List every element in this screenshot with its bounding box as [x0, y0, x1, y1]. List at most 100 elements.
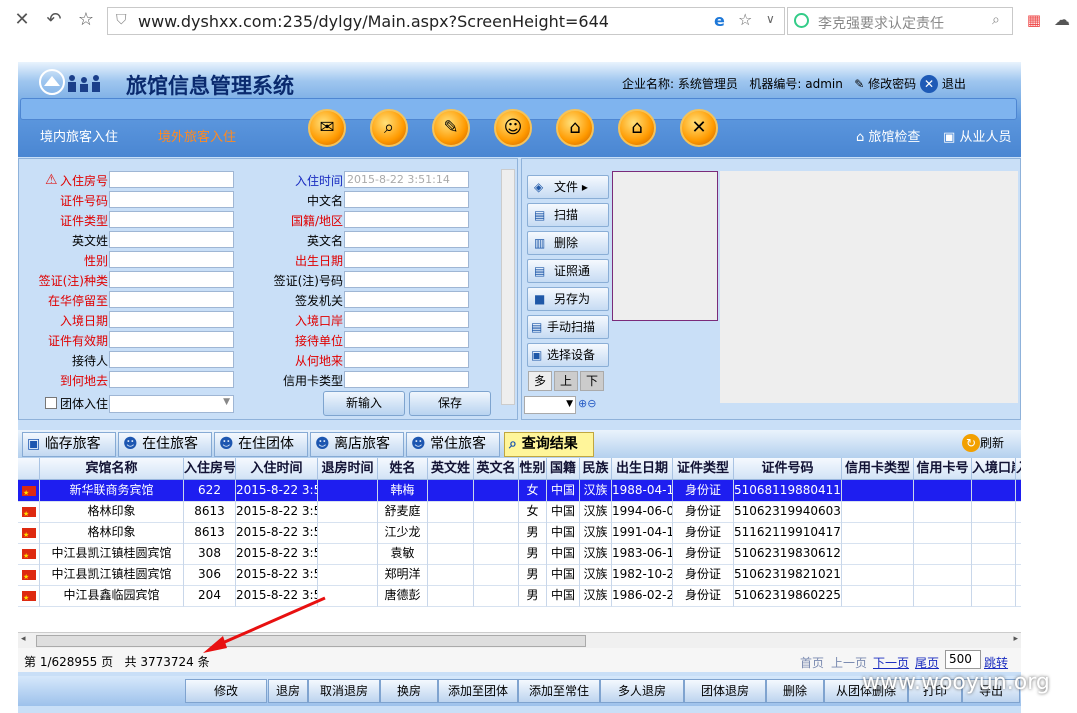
- id-pass-button[interactable]: ▤ 证照通: [527, 259, 609, 283]
- down-button[interactable]: 下: [580, 371, 604, 391]
- column-header[interactable]: 英文姓: [428, 458, 474, 480]
- zoom-icons[interactable]: ⊕⊖: [578, 397, 596, 410]
- device-select[interactable]: ▼: [524, 396, 576, 414]
- file-button[interactable]: ◈ 文件 ▸: [527, 175, 609, 199]
- form-input[interactable]: 2015-8-22 3:51:14: [344, 171, 469, 188]
- column-header[interactable]: 信用卡号: [914, 458, 972, 480]
- form-scrollbar[interactable]: [501, 169, 515, 405]
- scroll-right-icon[interactable]: ▸: [1013, 634, 1018, 644]
- tab-regular-guests[interactable]: ☻ 常住旅客: [406, 432, 500, 457]
- column-header[interactable]: 民族: [580, 458, 612, 480]
- multi-button[interactable]: 多: [528, 371, 552, 391]
- form-input[interactable]: [109, 331, 234, 348]
- action-button[interactable]: 取消退房: [308, 679, 380, 703]
- ie-logo-icon[interactable]: e: [714, 11, 725, 30]
- first-page-link[interactable]: 首页: [800, 654, 824, 671]
- chevron-down-icon[interactable]: ∨: [766, 12, 775, 26]
- form-input[interactable]: [344, 351, 469, 368]
- delete-button[interactable]: ▥ 删除: [527, 231, 609, 255]
- column-header[interactable]: 姓名: [378, 458, 428, 480]
- form-input[interactable]: [344, 331, 469, 348]
- jump-link[interactable]: 跳转: [984, 654, 1008, 671]
- action-button[interactable]: 添加至常住: [518, 679, 600, 703]
- column-header[interactable]: 入住时间: [236, 458, 318, 480]
- column-header[interactable]: 英文名: [474, 458, 519, 480]
- form-input[interactable]: [344, 211, 469, 228]
- table-row[interactable]: 新华联商务宾馆6222015-8-22 3:56:37 韩梅 女中国汉族1988-0…: [18, 480, 1021, 502]
- action-button[interactable]: 删除: [766, 679, 824, 703]
- table-hscrollbar[interactable]: ◂ ▸: [18, 632, 1021, 648]
- magnifier-icon[interactable]: ⌕: [992, 12, 1000, 28]
- form-input[interactable]: [344, 271, 469, 288]
- form-input[interactable]: [109, 191, 234, 208]
- form-input[interactable]: [109, 211, 234, 228]
- tab-groups[interactable]: ☻ 在住团体: [214, 432, 308, 457]
- tools-icon[interactable]: ✕: [680, 109, 718, 147]
- form-input[interactable]: [109, 291, 234, 308]
- form-input[interactable]: [344, 231, 469, 248]
- table-row[interactable]: 中江县凯江镇桂圆宾馆3062015-8-22 3:51:25 郑明洋 男中国汉族19…: [18, 564, 1021, 586]
- back-icon[interactable]: ↶: [42, 8, 66, 32]
- change-password-link[interactable]: 修改密码: [868, 77, 916, 91]
- scroll-left-icon[interactable]: ◂: [21, 634, 26, 644]
- column-header[interactable]: 证件号码: [734, 458, 842, 480]
- tab-foreign[interactable]: 境外旅客入住: [158, 126, 236, 145]
- column-header[interactable]: 国籍: [547, 458, 580, 480]
- group-select[interactable]: ▼: [109, 395, 234, 413]
- manual-scan-button[interactable]: ▤ 手动扫描: [527, 315, 609, 339]
- table-row[interactable]: 格林印象86132015-8-22 3:55:09 江少龙 男中国汉族1991-04…: [18, 522, 1021, 544]
- refresh-button[interactable]: ↻ 刷新: [962, 434, 1004, 452]
- prev-page-link[interactable]: 上一页: [831, 654, 867, 671]
- home-settings-icon[interactable]: ⌂: [618, 109, 656, 147]
- staff-link[interactable]: ▣ 从业人员: [943, 126, 1011, 145]
- form-input[interactable]: [344, 311, 469, 328]
- group-checkin-checkbox[interactable]: [45, 397, 57, 409]
- search-box[interactable]: 李克强要求认定责任 ⌕: [787, 7, 1013, 35]
- favorite-star-icon[interactable]: ☆: [74, 8, 98, 32]
- new-input-button[interactable]: 新输入: [323, 391, 405, 416]
- form-input[interactable]: [109, 231, 234, 248]
- next-page-link[interactable]: 下一页: [873, 654, 909, 671]
- form-input[interactable]: [109, 171, 234, 188]
- logout-link[interactable]: 退出: [942, 77, 966, 91]
- table-row[interactable]: 中江县鑫临园宾馆2042015-8-22 3:51:25唐德彭男中国汉族1986…: [18, 585, 1021, 607]
- inspect-link[interactable]: ⌂ 旅馆检查: [856, 126, 920, 145]
- form-input[interactable]: [109, 271, 234, 288]
- form-input[interactable]: [344, 371, 469, 388]
- column-header[interactable]: 退房时间: [318, 458, 378, 480]
- tab-left-guests[interactable]: ☻ 离店旅客: [310, 432, 404, 457]
- form-input[interactable]: [344, 191, 469, 208]
- action-button[interactable]: 多人退房: [600, 679, 684, 703]
- tab-query-result[interactable]: ⌕ 查询结果: [504, 432, 594, 457]
- mail-icon[interactable]: ✉: [308, 109, 346, 147]
- save-button[interactable]: 保存: [409, 391, 491, 416]
- table-row[interactable]: 中江县凯江镇桂圆宾馆3082015-8-22 3:51:33 袁敏 男中国汉族198…: [18, 543, 1021, 565]
- column-header[interactable]: 证件类型: [673, 458, 734, 480]
- search-doc-icon[interactable]: ⌕: [370, 109, 408, 147]
- cloud-icon[interactable]: ☁: [1050, 8, 1074, 32]
- tab-temp-guests[interactable]: ▣ 临存旅客: [22, 432, 116, 457]
- column-header[interactable]: 性别: [519, 458, 547, 480]
- save-as-button[interactable]: ■ 另存为: [527, 287, 609, 311]
- scan-button[interactable]: ▤ 扫描: [527, 203, 609, 227]
- form-input[interactable]: [109, 311, 234, 328]
- page-input[interactable]: 500: [945, 650, 981, 669]
- form-input[interactable]: [344, 251, 469, 268]
- column-header[interactable]: 出生日期: [612, 458, 673, 480]
- close-icon[interactable]: ✕: [10, 8, 34, 32]
- action-button[interactable]: 修改: [185, 679, 267, 703]
- column-header[interactable]: 入住房号: [184, 458, 236, 480]
- action-button[interactable]: 团体退房: [684, 679, 766, 703]
- tab-staying-guests[interactable]: ☻ 在住旅客: [118, 432, 212, 457]
- user-icon[interactable]: ☺: [494, 109, 532, 147]
- action-button[interactable]: 退房: [268, 679, 308, 703]
- column-header[interactable]: 入: [1016, 458, 1021, 480]
- form-input[interactable]: [109, 351, 234, 368]
- last-page-link[interactable]: 尾页: [915, 654, 939, 671]
- select-device-button[interactable]: ▣ 选择设备: [527, 343, 609, 367]
- tab-domestic[interactable]: 境内旅客入住: [40, 126, 118, 145]
- form-input[interactable]: [109, 251, 234, 268]
- column-header[interactable]: 入境口岸: [972, 458, 1016, 480]
- bookmark-star-icon[interactable]: ☆: [738, 10, 752, 29]
- action-button[interactable]: 添加至团体: [438, 679, 518, 703]
